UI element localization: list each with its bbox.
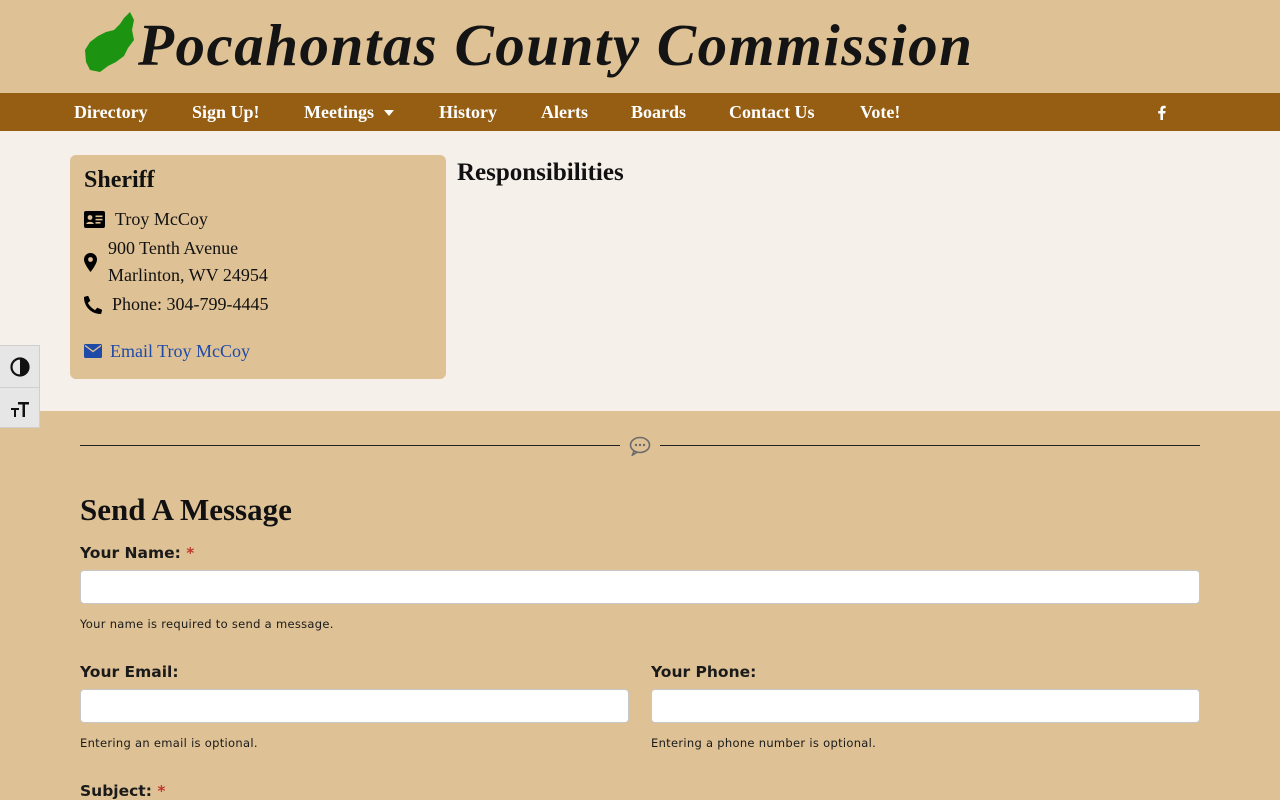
site-header: Pocahontas County Commission <box>0 0 1280 92</box>
main-navigation: Directory Sign Up! Meetings History Aler… <box>0 93 1280 131</box>
nav-sign-up[interactable]: Sign Up! <box>192 93 260 131</box>
official-name: Troy McCoy <box>115 209 208 229</box>
subject-label-text: Subject: <box>80 782 152 800</box>
facebook-icon[interactable] <box>1154 93 1168 131</box>
nav-meetings[interactable]: Meetings <box>304 93 394 131</box>
phone-field-label: Your Phone: <box>651 663 757 681</box>
name-field-label: Your Name: * <box>80 544 194 562</box>
responsibilities-heading: Responsibilities <box>457 159 624 186</box>
text-size-icon <box>11 401 29 417</box>
form-title: Send A Message <box>80 492 292 527</box>
required-marker: * <box>186 544 195 562</box>
subject-field-label: Subject: * <box>80 782 165 800</box>
email-official-link[interactable]: Email Troy McCoy <box>110 341 250 362</box>
phone-icon <box>84 296 102 314</box>
nav-vote[interactable]: Vote! <box>860 93 900 131</box>
nav-history[interactable]: History <box>439 93 497 131</box>
envelope-icon <box>84 344 102 358</box>
email-help-text: Entering an email is optional. <box>80 736 258 750</box>
accessibility-toolbar <box>0 345 40 428</box>
chat-bubble-icon <box>629 436 651 456</box>
address-line-1: 900 Tenth Avenue <box>108 238 239 258</box>
nav-meetings-label: Meetings <box>304 102 374 122</box>
official-card: Sheriff Troy McCoy 900 Tenth Avenue Marl… <box>70 155 446 379</box>
nav-boards[interactable]: Boards <box>631 93 686 131</box>
name-label-text: Your Name: <box>80 544 181 562</box>
address-line-2: Marlinton, WV 24954 <box>108 265 268 285</box>
official-phone: Phone: 304-799-4445 <box>112 294 269 314</box>
font-size-toggle-button[interactable] <box>0 387 40 429</box>
nav-directory[interactable]: Directory <box>74 93 148 131</box>
nav-contact-us[interactable]: Contact Us <box>729 93 815 131</box>
name-help-text: Your name is required to send a message. <box>80 617 334 631</box>
email-field-label: Your Email: <box>80 663 179 681</box>
contrast-toggle-button[interactable] <box>0 346 40 387</box>
county-map-logo-icon[interactable] <box>84 10 136 72</box>
id-card-icon <box>84 211 105 228</box>
section-divider-left <box>80 445 620 446</box>
site-title[interactable]: Pocahontas County Commission <box>138 10 973 80</box>
email-input[interactable] <box>80 689 629 723</box>
official-section: Sheriff Troy McCoy 900 Tenth Avenue Marl… <box>0 131 1280 411</box>
phone-help-text: Entering a phone number is optional. <box>651 736 877 750</box>
section-divider-right <box>660 445 1200 446</box>
official-title: Sheriff <box>84 167 155 193</box>
contrast-icon <box>10 356 30 377</box>
chevron-down-icon <box>383 109 394 116</box>
phone-input[interactable] <box>651 689 1200 723</box>
map-marker-icon <box>84 253 97 272</box>
required-marker: * <box>157 782 166 800</box>
name-input[interactable] <box>80 570 1200 604</box>
nav-alerts[interactable]: Alerts <box>541 93 588 131</box>
